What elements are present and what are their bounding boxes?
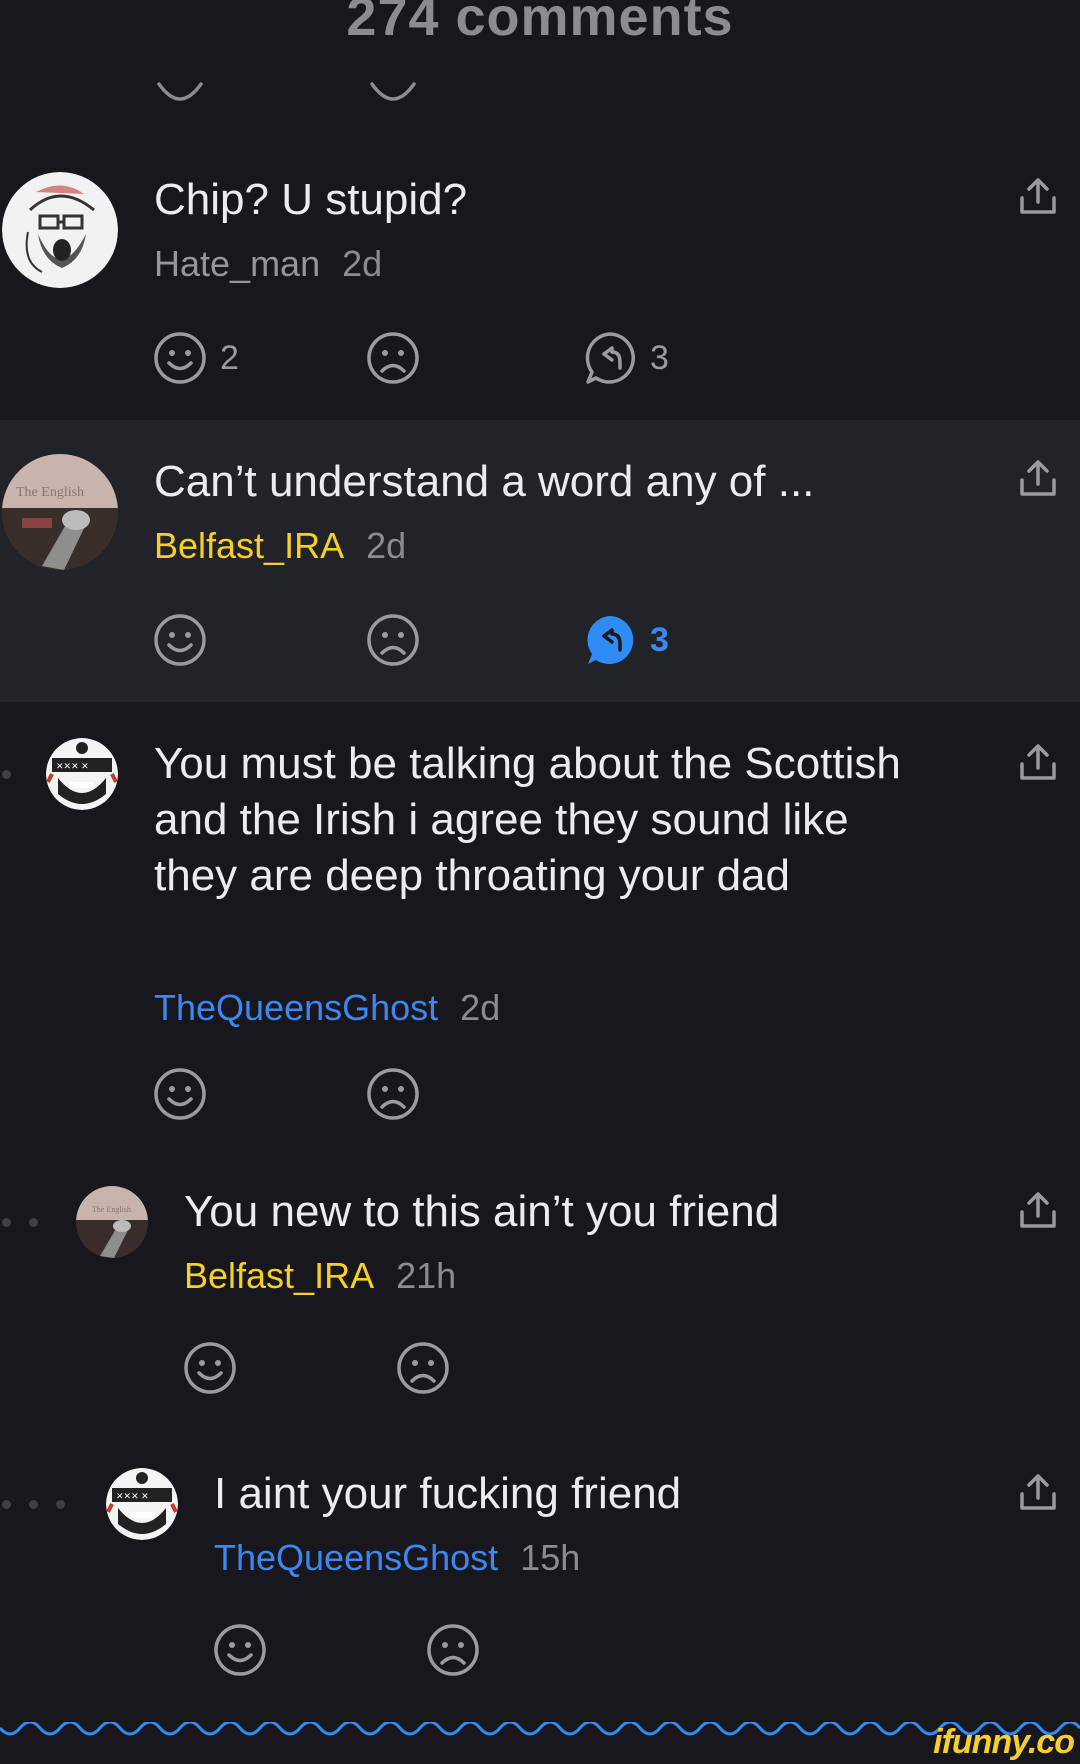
comment-text: You new to this ain’t you friend xyxy=(184,1187,780,1236)
comment-actions xyxy=(182,1340,582,1396)
frown-button[interactable] xyxy=(425,1622,481,1678)
avatar[interactable]: The English xyxy=(2,454,118,570)
comment-meta: Belfast_IRA 21h xyxy=(184,1254,456,1298)
comment-item: Chip? U stupid? Hate_man 2d 2 3 xyxy=(0,140,1080,420)
comment-actions xyxy=(152,1066,552,1122)
comment-text: Can’t understand a word any of ... xyxy=(154,457,815,506)
watermark-logo: ifunny.co xyxy=(933,1723,1075,1761)
smile-icon xyxy=(184,1342,236,1394)
frown-icon[interactable] xyxy=(370,80,416,112)
smile-button[interactable] xyxy=(152,1066,208,1122)
author-name[interactable]: Belfast_IRA xyxy=(184,1255,374,1296)
share-icon[interactable] xyxy=(1016,174,1060,218)
timestamp: 15h xyxy=(520,1537,581,1578)
share-icon[interactable] xyxy=(1016,1470,1060,1514)
smile-button[interactable] xyxy=(152,612,208,668)
timestamp: 2d xyxy=(366,525,407,566)
author-name[interactable]: Hate_man xyxy=(154,243,320,284)
author-name[interactable]: Belfast_IRA xyxy=(154,525,344,566)
avatar[interactable] xyxy=(2,172,118,288)
svg-text:✕✕✕ ✕: ✕✕✕ ✕ xyxy=(56,761,89,771)
author-name[interactable]: TheQueensGhost xyxy=(154,987,438,1028)
reply-count: 3 xyxy=(650,620,669,659)
frown-button[interactable] xyxy=(365,330,421,386)
previous-comment-actions xyxy=(0,64,1080,114)
avatar[interactable]: ✕✕✕ ✕ xyxy=(46,738,118,810)
smile-button[interactable] xyxy=(182,1340,238,1396)
comment-meta: TheQueensGhost 2d xyxy=(154,986,500,1030)
comment-meta: Belfast_IRA 2d xyxy=(154,524,406,568)
smile-icon xyxy=(214,1624,266,1676)
reply-count: 3 xyxy=(650,338,669,377)
timestamp: 21h xyxy=(396,1255,457,1296)
frown-icon xyxy=(427,1624,479,1676)
timestamp: 2d xyxy=(342,243,383,284)
reply-item: The English You new to this ain’t you fr… xyxy=(0,1150,1080,1440)
smile-button[interactable] xyxy=(212,1622,268,1678)
reply-item: ✕✕✕ ✕ You must be talking about the Scot… xyxy=(0,702,1080,1142)
reply-button-active[interactable]: 3 xyxy=(582,612,669,668)
frown-icon xyxy=(367,1068,419,1120)
share-icon[interactable] xyxy=(1016,456,1060,500)
frown-icon xyxy=(367,614,419,666)
comment-meta: TheQueensGhost 15h xyxy=(214,1536,580,1580)
smile-icon[interactable] xyxy=(157,80,203,112)
smile-count: 2 xyxy=(220,338,239,377)
avatar[interactable]: The English xyxy=(76,1186,148,1258)
smile-icon xyxy=(154,332,206,384)
comment-actions: 3 xyxy=(152,612,752,668)
comment-actions xyxy=(212,1622,612,1678)
reply-icon xyxy=(585,332,635,384)
reply-button[interactable]: 3 xyxy=(582,330,669,386)
frown-button[interactable] xyxy=(365,612,421,668)
svg-text:✕✕✕ ✕: ✕✕✕ ✕ xyxy=(116,1491,149,1501)
footer-wave-divider xyxy=(0,1722,1080,1736)
smile-button[interactable]: 2 xyxy=(152,330,239,386)
smile-icon xyxy=(154,614,206,666)
frown-button[interactable] xyxy=(365,1066,421,1122)
reply-icon xyxy=(587,616,634,664)
comment-text: Chip? U stupid? xyxy=(154,175,468,224)
share-icon[interactable] xyxy=(1016,1188,1060,1232)
thread-indent xyxy=(2,770,11,779)
avatar-caption: The English xyxy=(16,485,84,500)
comments-count-title: 274 comments xyxy=(346,0,734,47)
frown-button[interactable] xyxy=(395,1340,451,1396)
reply-item: ✕✕✕ ✕ I aint your fucking friend TheQuee… xyxy=(0,1432,1080,1722)
author-name[interactable]: TheQueensGhost xyxy=(214,1537,498,1578)
frown-icon xyxy=(397,1342,449,1394)
avatar[interactable]: ✕✕✕ ✕ xyxy=(106,1468,178,1540)
comment-item-highlighted: The English Can’t understand a word any … xyxy=(0,420,1080,702)
share-icon[interactable] xyxy=(1016,740,1060,784)
thread-indent xyxy=(2,1218,38,1227)
comment-text: I aint your fucking friend xyxy=(214,1469,682,1518)
comment-text: You must be talking about the Scottish a… xyxy=(154,739,901,900)
thread-indent xyxy=(2,1500,65,1509)
timestamp: 2d xyxy=(460,987,501,1028)
comment-actions: 2 3 xyxy=(152,330,752,386)
smile-icon xyxy=(154,1068,206,1120)
comment-meta: Hate_man 2d xyxy=(154,242,382,286)
avatar-caption: The English xyxy=(92,1205,131,1214)
frown-icon xyxy=(367,332,419,384)
